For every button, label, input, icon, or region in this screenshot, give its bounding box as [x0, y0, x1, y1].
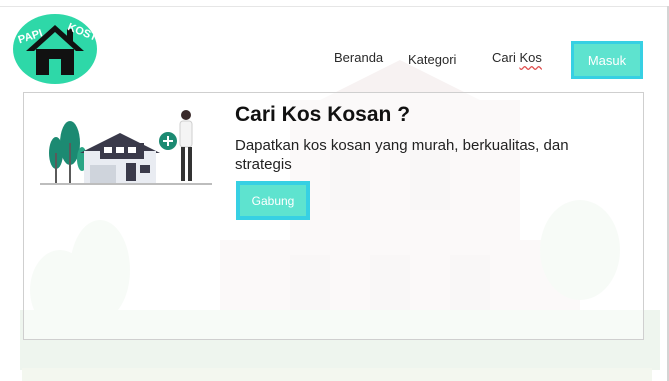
masuk-button[interactable]: Masuk [571, 41, 643, 79]
nav-kos-word: Kos [519, 50, 542, 65]
hero-subtitle: Dapatkan kos kosan yang murah, berkualit… [235, 137, 569, 173]
hero-title: Cari Kos Kosan ? [235, 103, 411, 126]
house-illustration [40, 110, 212, 185]
window-top-border [0, 6, 669, 7]
papikost-logo[interactable]: PAPI KOST [12, 13, 99, 85]
nav-beranda[interactable]: Beranda [334, 50, 383, 65]
page-bottom-band [22, 368, 652, 381]
gabung-button[interactable]: Gabung [236, 181, 310, 220]
nav-cari-word: Cari [492, 50, 516, 65]
nav-kategori[interactable]: Kategori [408, 52, 456, 67]
nav-cari-kos[interactable]: Cari Kos [492, 50, 542, 65]
